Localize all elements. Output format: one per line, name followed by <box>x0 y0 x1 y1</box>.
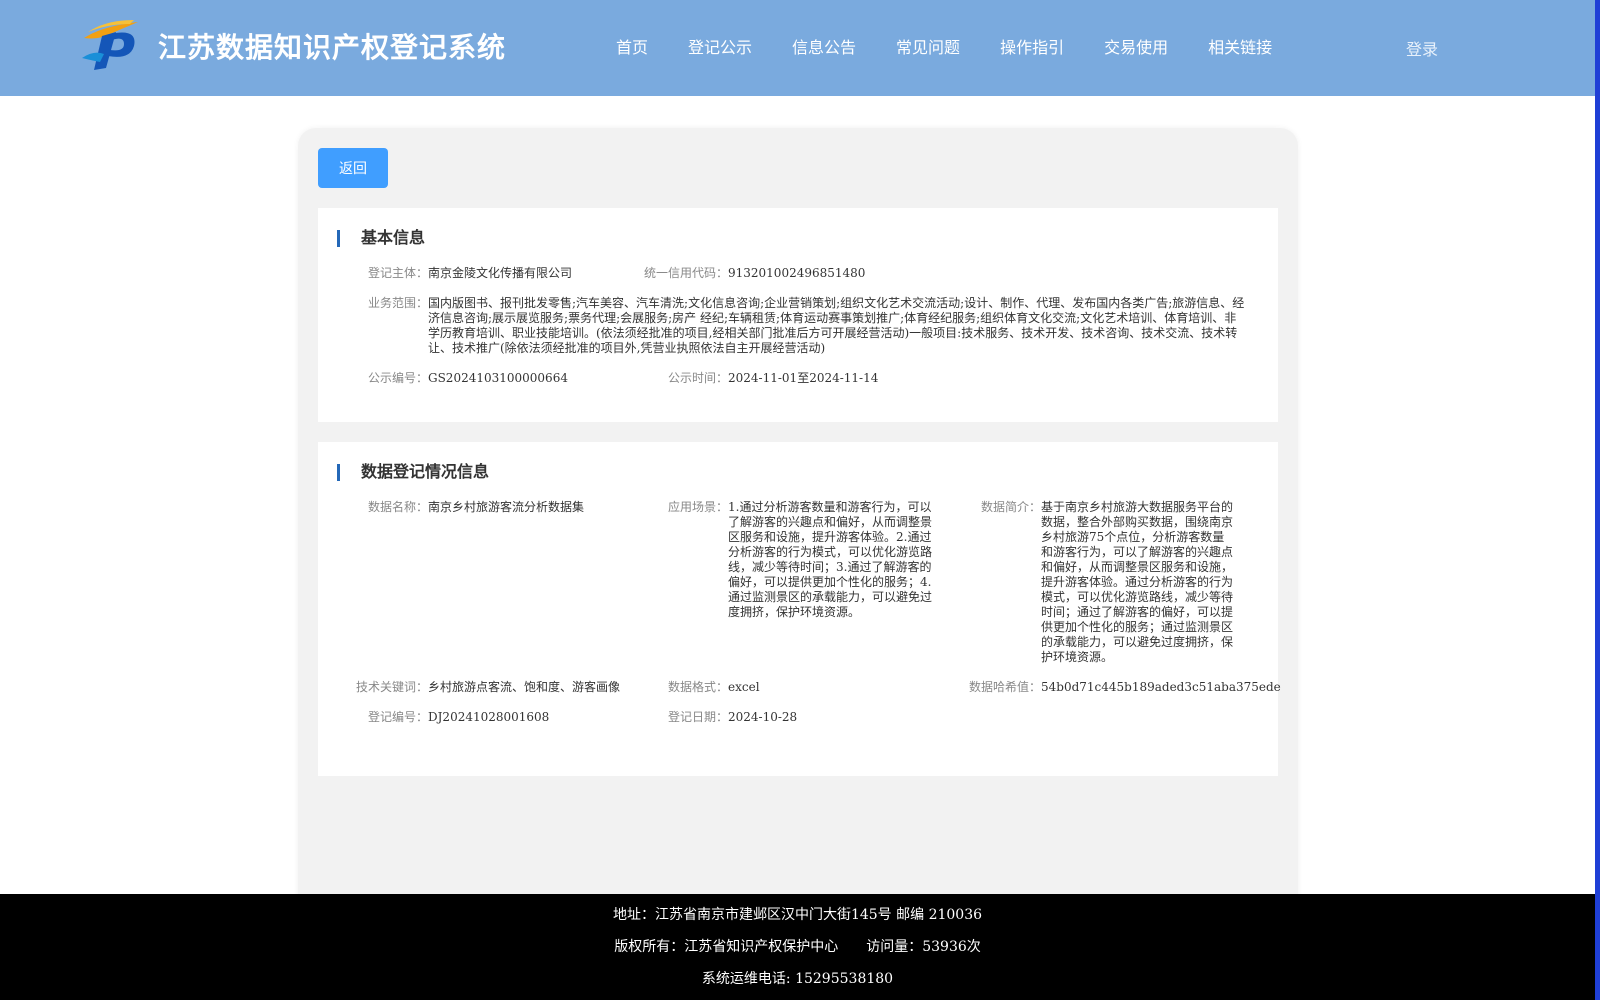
logo-icon <box>82 20 138 70</box>
subject-label: 登记主体： <box>367 266 428 280</box>
nav-trade-use[interactable]: 交易使用 <box>1104 34 1168 58</box>
nav-related-links[interactable]: 相关链接 <box>1208 34 1272 58</box>
credit-code-value: 913201002496851480 <box>728 266 866 280</box>
top-header: 江苏数据知识产权登记系统 首页 登记公示 信息公告 常见问题 操作指引 交易使用… <box>0 0 1595 96</box>
basic-info-card: 基本信息 登记主体： 南京金陵文化传播有限公司 统一信用代码： 91320100… <box>318 208 1278 422</box>
keywords-label: 技术关键词： <box>355 680 428 694</box>
reg-date-value: 2024-10-28 <box>728 710 798 724</box>
main-nav: 首页 登记公示 信息公告 常见问题 操作指引 交易使用 相关链接 <box>616 34 1312 58</box>
nav-guide[interactable]: 操作指引 <box>1000 34 1064 58</box>
intro-label: 数据简介： <box>980 500 1041 514</box>
reg-date-label: 登记日期： <box>667 710 728 724</box>
section-title-text: 数据登记情况信息 <box>361 462 490 481</box>
intro-value: 基于南京乡村旅游大数据服务平台的数据，整合外部购买数据，围绕南京乡村旅游75个点… <box>1041 500 1234 664</box>
hash-label: 数据哈希值： <box>968 680 1041 694</box>
credit-code-label: 统一信用代码： <box>643 266 728 280</box>
footer-address: 地址：江苏省南京市建邺区汉中门大街145号 邮编 210036 <box>612 907 983 923</box>
nav-faq[interactable]: 常见问题 <box>896 34 960 58</box>
back-button[interactable]: 返回 <box>318 148 388 188</box>
section-marker <box>337 464 340 481</box>
notice-time-value: 2024-11-01至2024-11-14 <box>728 371 879 385</box>
keywords-value: 乡村旅游点客流、饱和度、游客画像 <box>428 680 621 694</box>
section-title-basic: 基本信息 <box>337 228 425 248</box>
footer-phone: 系统运维电话: 15295538180 <box>701 971 894 987</box>
reg-no-value: DJ20241028001608 <box>428 710 550 724</box>
login-link[interactable]: 登录 <box>1406 36 1438 60</box>
scene-value: 1.通过分析游客数量和游客行为，可以了解游客的兴趣点和偏好，从而调整景区服务和设… <box>728 500 933 619</box>
format-value: excel <box>728 680 760 694</box>
section-title-text: 基本信息 <box>361 228 426 247</box>
hash-value: 54b0d71c445b189aded3c51aba375ede <box>1041 680 1281 694</box>
data-registration-card: 数据登记情况信息 数据名称： 南京乡村旅游客流分析数据集 应用场景： 1.通过分… <box>318 442 1281 776</box>
site-title: 江苏数据知识产权登记系统 <box>158 31 507 64</box>
scope-label: 业务范围： <box>367 296 428 310</box>
notice-no-value: GS2024103100000664 <box>428 371 568 385</box>
section-marker <box>337 230 340 247</box>
scope-value: 国内版图书、报刊批发零售;汽车美容、汽车清洗;文化信息咨询;企业营销策划;组织文… <box>428 296 1245 355</box>
footer-copyright: 版权所有：江苏省知识产权保护中心 访问量：53936次 <box>614 939 981 955</box>
notice-no-label: 公示编号： <box>367 371 428 385</box>
nav-registration-notice[interactable]: 登记公示 <box>688 34 752 58</box>
section-title-data: 数据登记情况信息 <box>337 462 489 482</box>
page-footer: 地址：江苏省南京市建邺区汉中门大街145号 邮编 210036 版权所有：江苏省… <box>0 894 1595 1000</box>
notice-time-label: 公示时间： <box>667 371 728 385</box>
nav-home[interactable]: 首页 <box>616 34 648 58</box>
nav-announcements[interactable]: 信息公告 <box>792 34 856 58</box>
data-name-value: 南京乡村旅游客流分析数据集 <box>428 500 585 514</box>
data-name-label: 数据名称： <box>367 500 428 514</box>
right-edge-strip <box>1595 0 1600 1000</box>
scene-label: 应用场景： <box>667 500 728 514</box>
reg-no-label: 登记编号： <box>367 710 428 724</box>
subject-value: 南京金陵文化传播有限公司 <box>428 266 573 280</box>
format-label: 数据格式： <box>667 680 728 694</box>
